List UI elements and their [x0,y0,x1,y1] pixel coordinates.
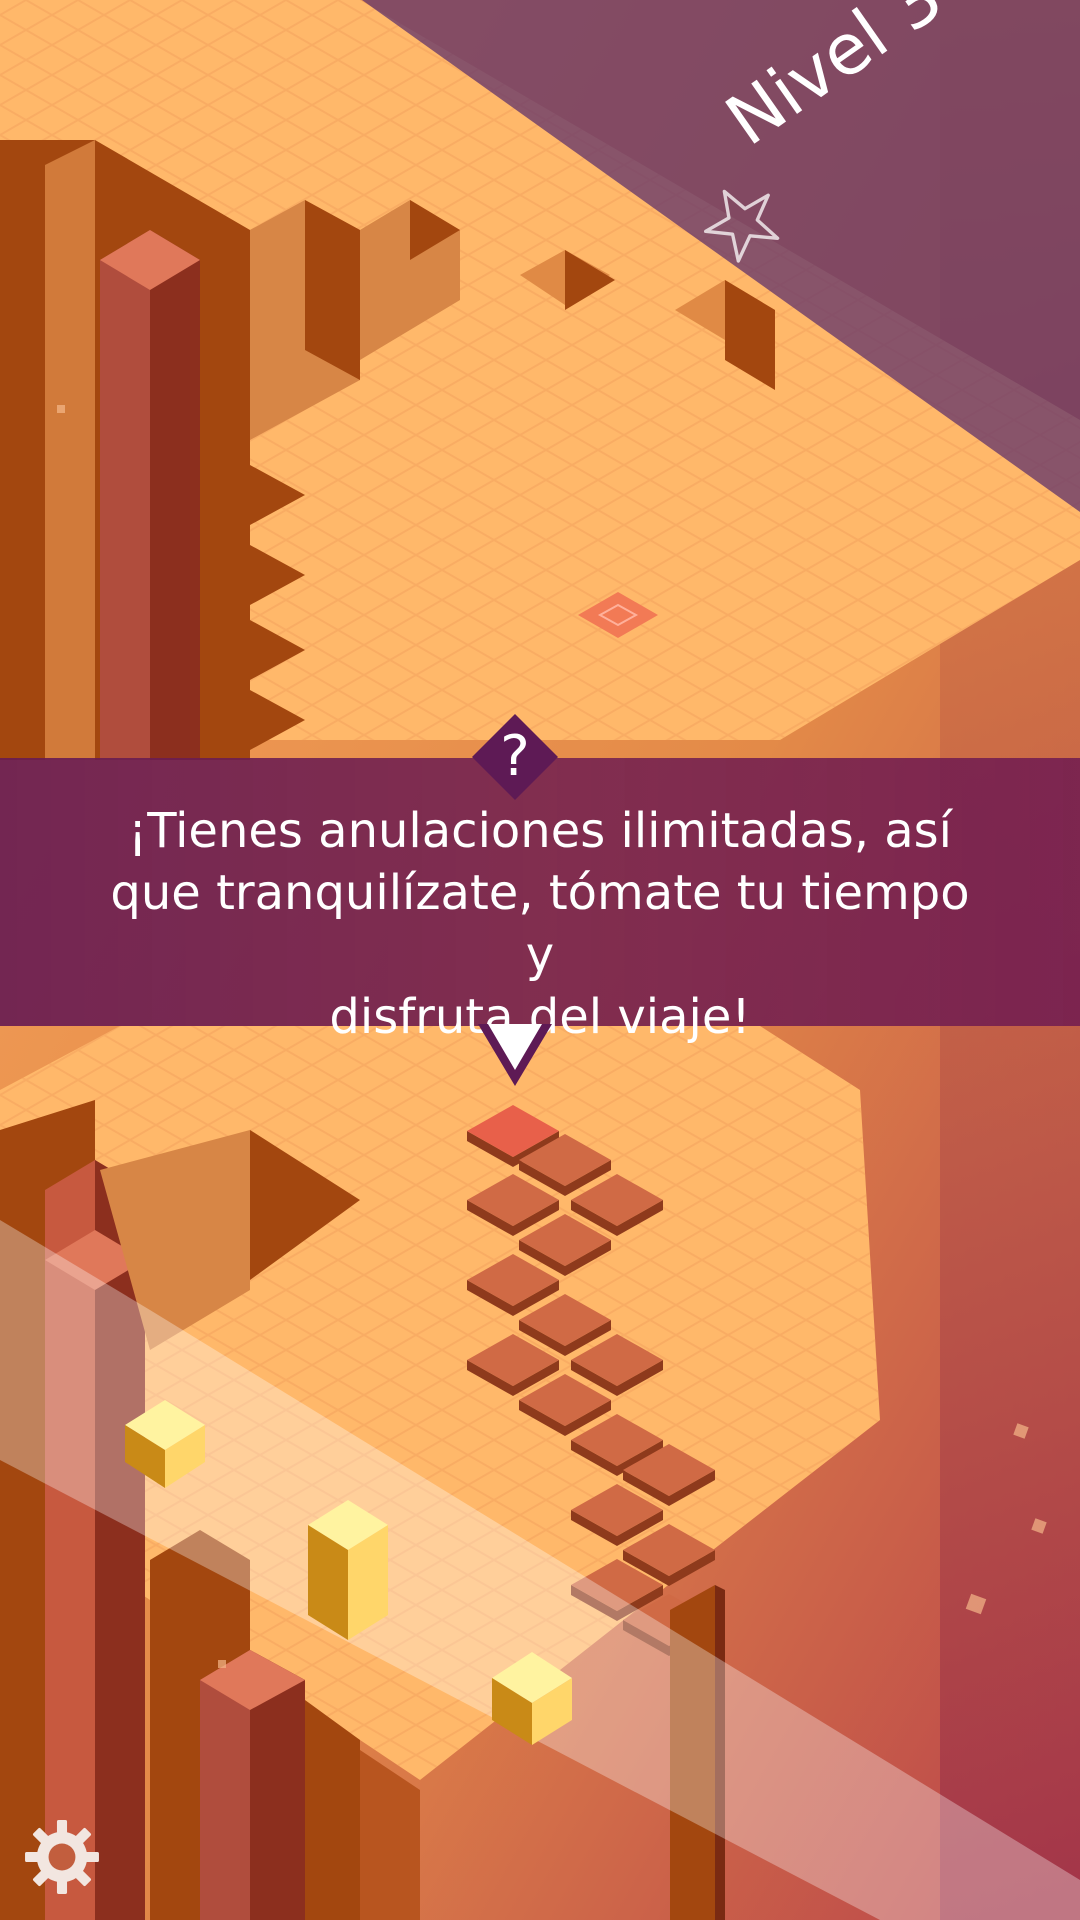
level-banner [362,0,1080,512]
hint-message: ¡Tienes anulaciones ilimitadas, así que … [90,800,990,1048]
hint-line-1: ¡Tienes anulaciones ilimitadas, así [128,803,952,859]
gear-icon[interactable] [20,1815,104,1899]
hint-line-2: que tranquilízate, tómate tu tiempo y [110,865,970,983]
help-badge-glyph: ? [500,724,530,789]
yellow-cube-2 [308,1500,388,1640]
star-outline-icon [703,189,780,263]
down-triangle-pointer-icon [478,1024,552,1086]
